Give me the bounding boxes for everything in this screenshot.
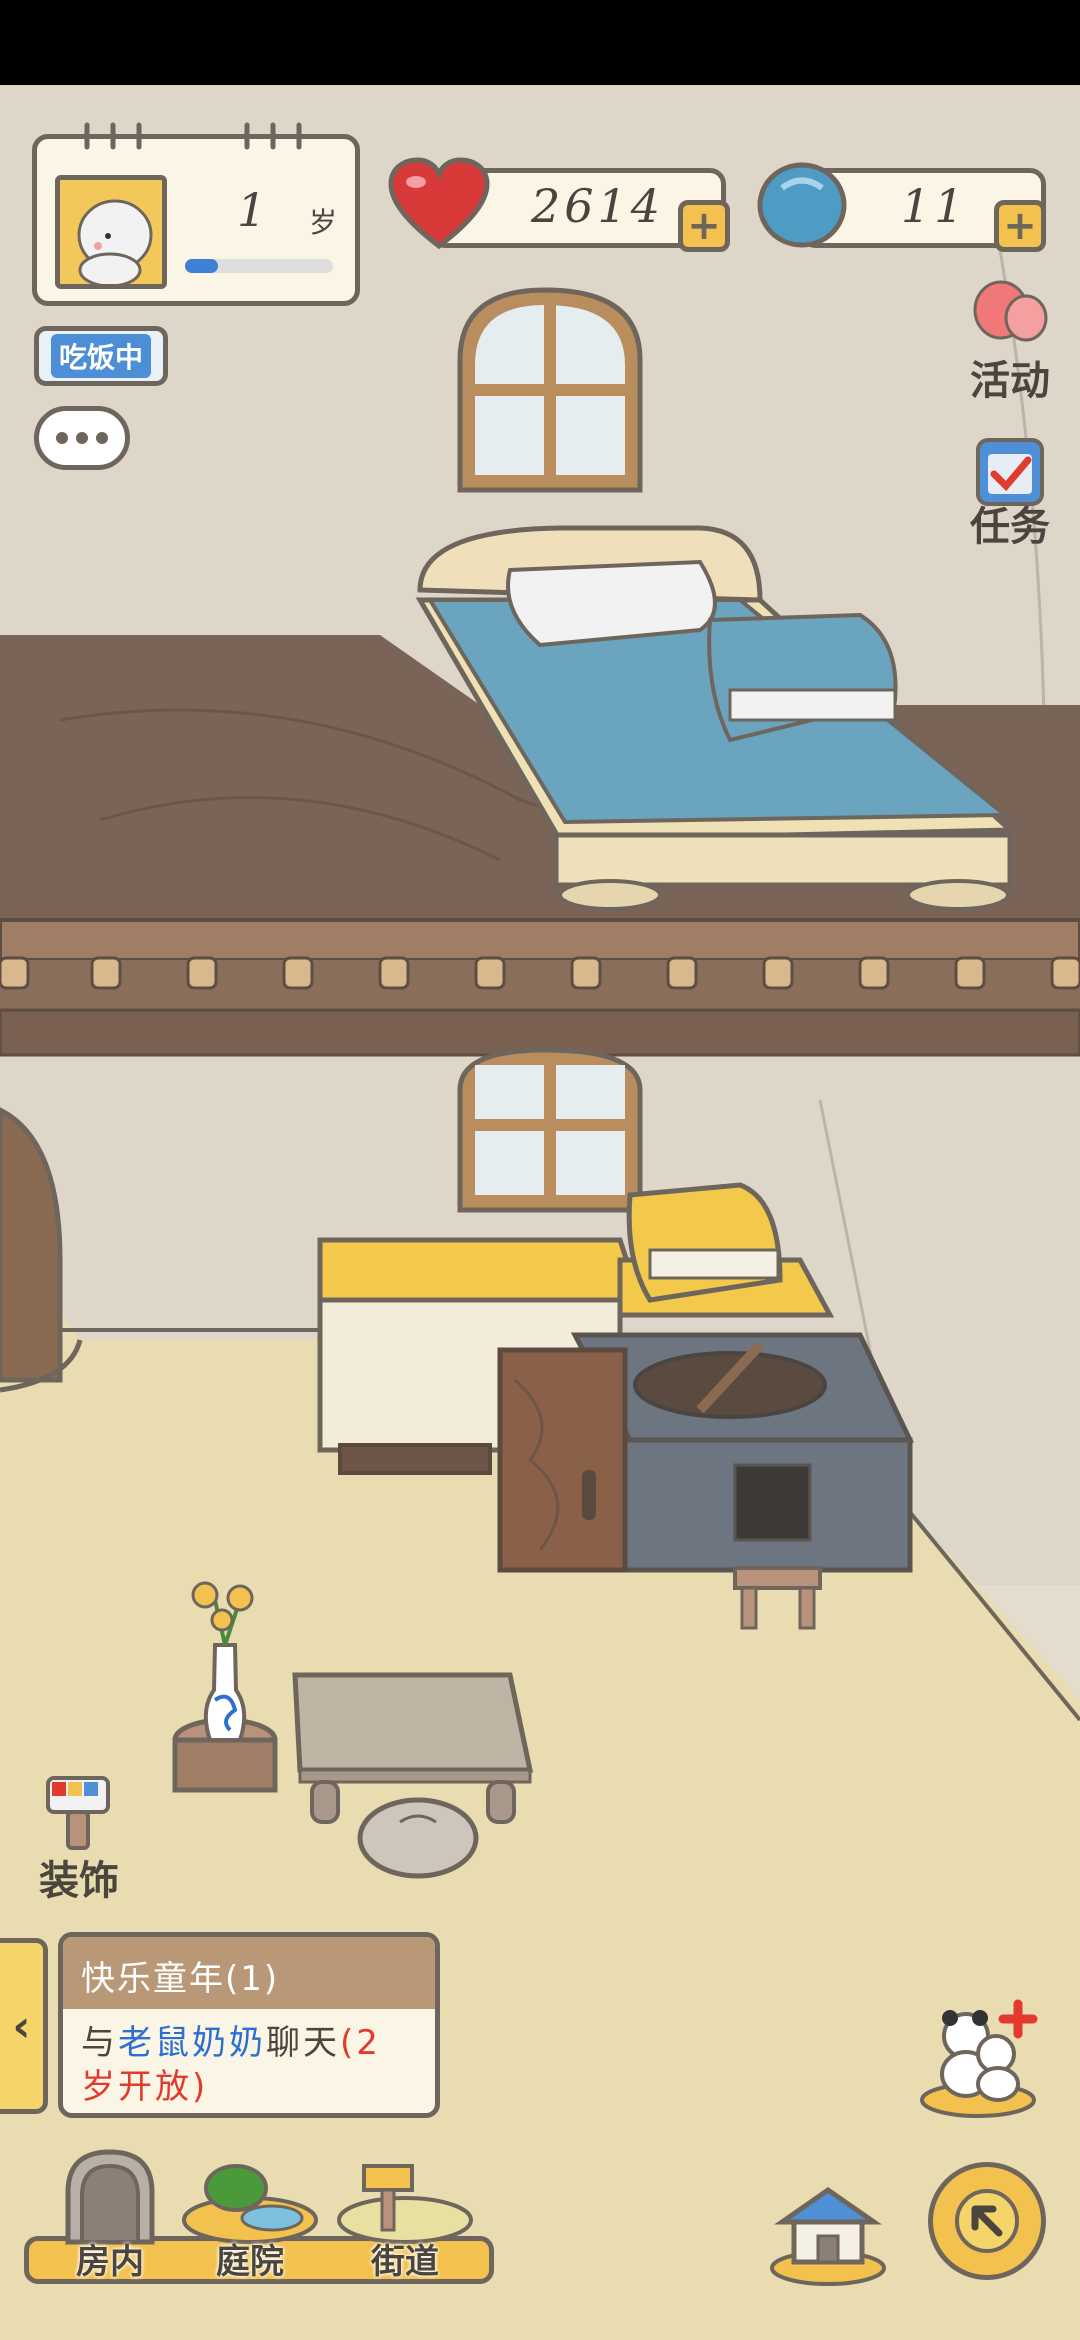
quest-npc-name: 老鼠奶奶 (118, 2023, 266, 2063)
xp-progress-fill (185, 259, 218, 273)
age-unit: 岁 (309, 206, 338, 239)
status-label: 吃饭中 (50, 334, 151, 378)
hearts-count: 2614 (531, 179, 665, 233)
heart-icon (388, 157, 490, 250)
clovers-count: 11 (901, 179, 968, 233)
back-button[interactable] (928, 2162, 1046, 2280)
quest-unlock-2: 岁开放) (81, 2067, 209, 2107)
add-hearts-button[interactable]: + (678, 200, 730, 252)
yard-icon (182, 2164, 318, 2244)
nav-label-street: 街道 (371, 2242, 439, 2282)
add-clovers-button[interactable]: + (994, 200, 1046, 252)
door-icon (65, 2149, 155, 2245)
notebook-rings-icon (84, 122, 302, 150)
tasks-label: 任务 (970, 504, 1050, 550)
paint-brush-icon (46, 1776, 110, 1850)
signpost-icon (337, 2164, 473, 2244)
chat-dot-icon (76, 432, 88, 444)
avatar[interactable] (55, 175, 167, 289)
chat-dot-icon (56, 432, 68, 444)
nav-item-room[interactable]: 房内 (50, 2146, 170, 2286)
quest-action: 聊天 (266, 2023, 340, 2063)
activity-label: 活动 (970, 358, 1050, 404)
activity-button[interactable]: 活动 (950, 280, 1070, 410)
tasks-button[interactable]: 任务 (950, 430, 1070, 560)
status-bar-area (0, 0, 1080, 85)
balloon-icon (973, 280, 1048, 342)
panda-friends-icon (920, 1999, 1038, 2118)
age-number: 1 (237, 183, 267, 237)
quest-unlock-1: (2 (340, 2023, 381, 2063)
arrow-upleft-icon (955, 2189, 1019, 2253)
hedgehog-avatar-icon (77, 199, 153, 284)
chat-dot-icon (96, 432, 108, 444)
shop-house-button[interactable] (768, 2182, 888, 2286)
nav-item-street[interactable]: 街道 (330, 2154, 480, 2286)
quest-title: 快乐童年(1) (81, 1959, 280, 1999)
clover-gem-icon (757, 162, 847, 248)
nav-label-yard: 庭院 (216, 2242, 284, 2282)
friends-button[interactable] (918, 1990, 1044, 2118)
quest-card[interactable]: 快乐童年(1) 与老鼠奶奶聊天(2 岁开放) (58, 1932, 440, 2118)
status-badge: 吃饭中 (34, 326, 168, 386)
quest-collapse-button[interactable]: ‹ (0, 1938, 48, 2114)
quest-line-1: 与老鼠奶奶聊天(2 (81, 2015, 381, 2064)
profile-card[interactable]: 1 岁 (32, 122, 360, 306)
nav-label-room: 房内 (76, 2242, 144, 2282)
decorate-button[interactable]: 装饰 (24, 1772, 134, 1904)
house-icon (770, 2186, 886, 2286)
nav-item-yard[interactable]: 庭院 (180, 2154, 320, 2286)
xp-progress-bar (185, 259, 333, 273)
chat-button[interactable] (34, 406, 130, 470)
decorate-label: 装饰 (39, 1858, 119, 1904)
quest-prefix: 与 (81, 2023, 118, 2063)
